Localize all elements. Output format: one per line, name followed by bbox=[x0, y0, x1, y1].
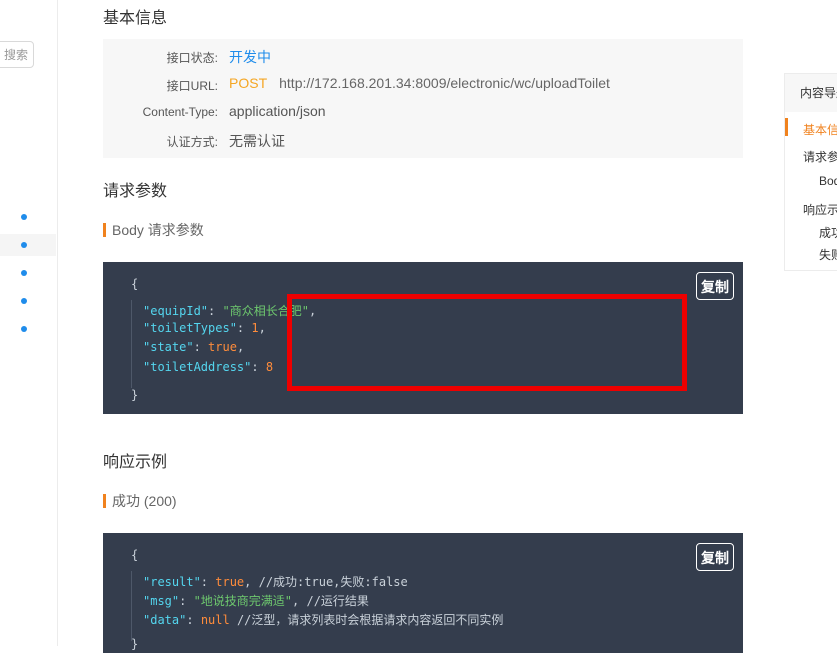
sidebar-nav-item[interactable] bbox=[0, 290, 56, 312]
info-label: 认证方式: bbox=[166, 135, 218, 149]
code-comment: , //运行结果 bbox=[292, 594, 369, 608]
code-line: "msg": "地说技商完满适", //运行结果 bbox=[143, 594, 369, 608]
code-key: "equipId" bbox=[143, 304, 209, 318]
toc-item-success[interactable]: 成功 bbox=[819, 224, 837, 241]
sidebar-nav-item[interactable] bbox=[0, 262, 56, 284]
endpoint-url[interactable]: http://172.168.201.34:8009/electronic/wc… bbox=[279, 75, 610, 91]
url-value: POST http://172.168.201.34:8009/electroni… bbox=[229, 75, 610, 91]
code-number: 8 bbox=[265, 360, 274, 374]
toc-active-indicator bbox=[785, 118, 788, 136]
info-label: 接口状态: bbox=[166, 51, 218, 65]
info-row-url: 接口URL: POST http://172.168.201.34:8009/el… bbox=[103, 75, 743, 95]
response-example-title: 响应示例 bbox=[103, 454, 168, 471]
code-number: 1 bbox=[251, 321, 259, 335]
code-brace: { bbox=[131, 548, 139, 562]
content-nav-title: 内容导航 bbox=[785, 74, 837, 112]
toc-item-body-params[interactable]: Body 请求参数 bbox=[819, 172, 837, 189]
basic-info-title: 基本信息 bbox=[103, 10, 168, 27]
info-label: Content-Type: bbox=[142, 105, 218, 119]
info-row-status: 接口状态: 开发中 bbox=[103, 47, 743, 67]
info-row-content-type: Content-Type: application/json bbox=[103, 103, 743, 123]
info-label: 接口URL: bbox=[166, 79, 218, 93]
http-method: POST bbox=[229, 75, 268, 91]
code-comment: //泛型，请求列表时会根据请求内容返回不同实例 bbox=[229, 613, 504, 627]
code-key: "msg" bbox=[143, 594, 180, 608]
highlight-box bbox=[287, 294, 687, 391]
code-key: "toiletTypes" bbox=[143, 321, 237, 335]
bullet-icon bbox=[21, 242, 27, 248]
code-line: "state": true, bbox=[143, 340, 245, 354]
bullet-icon bbox=[21, 298, 27, 304]
bullet-icon bbox=[21, 326, 27, 332]
copy-button[interactable]: 复制 bbox=[696, 543, 734, 571]
left-sidebar: 搜索 bbox=[0, 0, 58, 646]
search-button[interactable]: 搜索 bbox=[0, 41, 34, 68]
indent-guide bbox=[131, 571, 132, 641]
basic-info-card: 接口状态: 开发中 接口URL: POST http://172.168.201.… bbox=[103, 39, 743, 158]
code-null: null bbox=[200, 613, 230, 627]
code-brace: } bbox=[131, 388, 139, 402]
sidebar-nav-item[interactable] bbox=[0, 318, 56, 340]
body-params-label: Body 请求参数 bbox=[103, 223, 204, 237]
toc-item-response-example[interactable]: 响应示例 bbox=[803, 201, 837, 218]
request-params-title: 请求参数 bbox=[103, 183, 168, 200]
status-value: 开发中 bbox=[229, 49, 271, 65]
toc-item-failure[interactable]: 失败 bbox=[819, 246, 837, 263]
bullet-icon bbox=[21, 270, 27, 276]
content-nav: 内容导航 基本信息 请求参数 Body 请求参数 响应示例 成功 失败 bbox=[784, 73, 837, 271]
code-line: "result": true, //成功:true,失败:false bbox=[143, 575, 408, 589]
code-line: "toiletAddress": 8 bbox=[143, 360, 274, 374]
sidebar-nav-item[interactable] bbox=[0, 206, 56, 228]
auth-value: 无需认证 bbox=[229, 133, 285, 149]
code-boolean: true bbox=[215, 575, 245, 589]
indent-guide bbox=[131, 300, 132, 388]
code-key: "toiletAddress" bbox=[143, 360, 252, 374]
code-string: "地说技商完满适" bbox=[193, 594, 293, 608]
success-label: 成功 (200) bbox=[103, 494, 177, 508]
code-key: "result" bbox=[143, 575, 201, 589]
response-code-block: { "result": true, //成功:true,失败:false "ms… bbox=[103, 533, 743, 653]
content-type-value: application/json bbox=[229, 103, 326, 119]
code-line: "data": null //泛型，请求列表时会根据请求内容返回不同实例 bbox=[143, 613, 504, 627]
code-boolean: true bbox=[208, 340, 237, 354]
code-key: "data" bbox=[143, 613, 187, 627]
bullet-icon bbox=[21, 214, 27, 220]
copy-button[interactable]: 复制 bbox=[696, 272, 734, 300]
code-brace: { bbox=[131, 277, 139, 291]
code-key: "state" bbox=[143, 340, 194, 354]
code-line: "toiletTypes": 1, bbox=[143, 321, 266, 335]
info-row-auth: 认证方式: 无需认证 bbox=[103, 131, 743, 151]
toc-item-basic-info[interactable]: 基本信息 bbox=[803, 121, 837, 138]
code-comment: , //成功:true,失败:false bbox=[244, 575, 408, 589]
code-brace: } bbox=[131, 637, 139, 651]
sidebar-nav-item-active[interactable] bbox=[0, 234, 56, 256]
toc-item-request-params[interactable]: 请求参数 bbox=[803, 148, 837, 165]
